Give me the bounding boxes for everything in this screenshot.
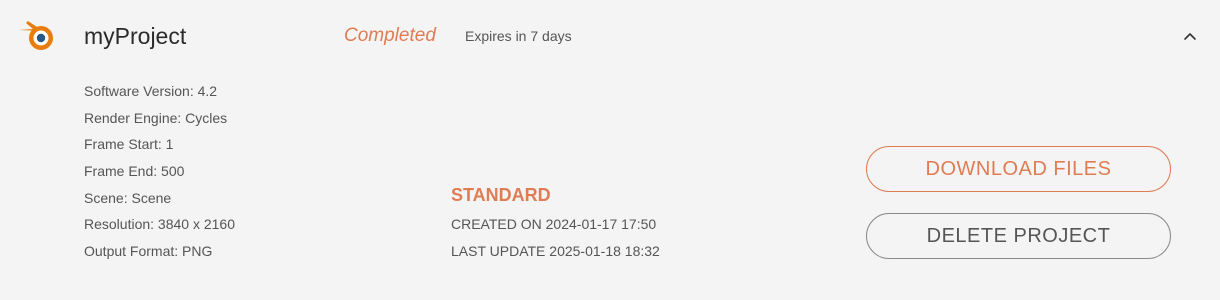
expiry-notice: Expires in 7 days [465,28,572,44]
created-timestamp: CREATED ON 2024-01-17 17:50 [451,216,657,232]
project-name: myProject [84,23,187,49]
detail-render-engine: Render Engine: Cycles [84,109,228,126]
status-label: Completed [344,25,436,46]
detail-output-format: Output Format: PNG [84,243,213,260]
plan-name: STANDARD [451,185,551,205]
blender-logo-icon [19,21,53,50]
last-update-timestamp: LAST UPDATE 2025-01-18 18:32 [451,243,660,259]
chevron-up-icon[interactable] [1180,26,1200,46]
plan-info: STANDARD CREATED ON 2024-01-17 17:50 LAS… [451,184,660,269]
detail-scene: Scene: Scene [84,189,172,206]
detail-frame-start: Frame Start: 1 [84,136,174,153]
download-files-button[interactable]: DOWNLOAD FILES [866,146,1171,192]
project-details-list: Software Version: 4.2 Render Engine: Cyc… [84,82,235,269]
detail-frame-end: Frame End: 500 [84,163,185,180]
detail-software-version: Software Version: 4.2 [84,83,218,99]
delete-project-button[interactable]: DELETE PROJECT [866,213,1171,259]
detail-resolution: Resolution: 3840 x 2160 [84,216,235,233]
project-card: myProject Completed Expires in 7 days So… [0,0,1220,300]
